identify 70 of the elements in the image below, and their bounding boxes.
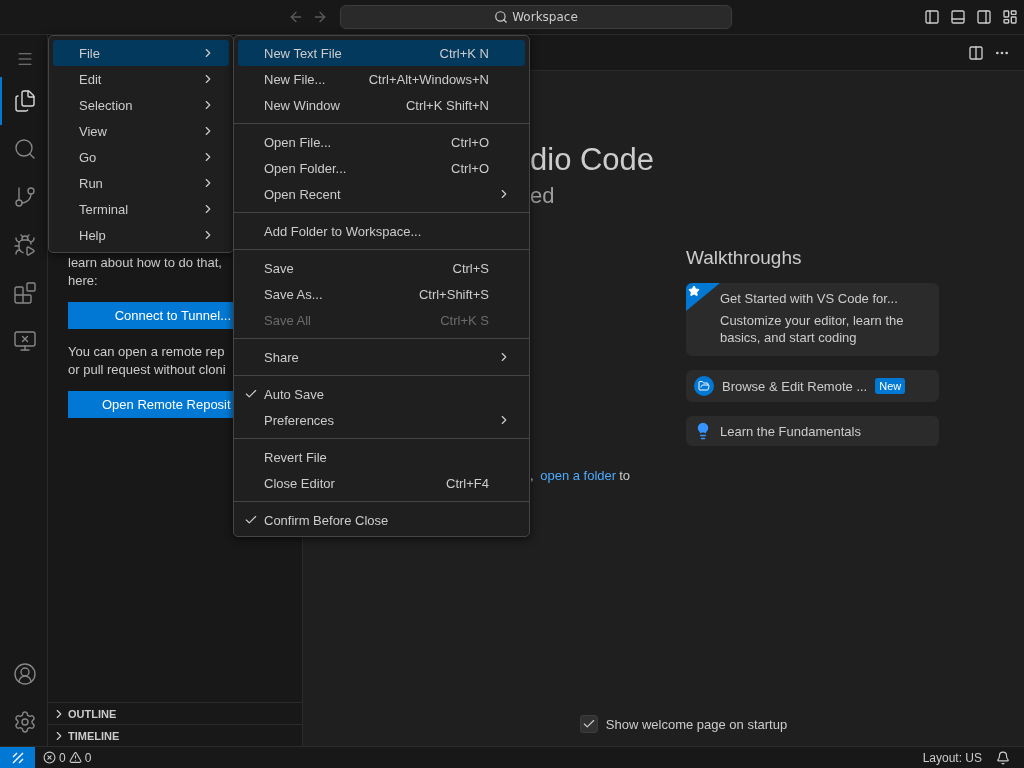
blocks-icon xyxy=(12,281,37,305)
panel-right-icon[interactable] xyxy=(976,9,992,25)
warning-icon xyxy=(68,751,82,764)
menu-item[interactable]: Open Recent xyxy=(238,181,525,207)
menu-item[interactable]: Confirm Before Close xyxy=(238,507,525,533)
layout-status[interactable]: Layout: US xyxy=(922,750,982,765)
split-editor-icon[interactable] xyxy=(968,44,984,61)
menu-item[interactable]: Share xyxy=(238,344,525,370)
sidebar-text: learn about how to do that, here: xyxy=(68,254,222,290)
menu-item[interactable]: New Text File Ctrl+K N xyxy=(238,40,525,66)
checkbox-label: Show welcome page on startup xyxy=(605,716,788,732)
search-field[interactable]: Workspace xyxy=(340,5,732,29)
panel-bottom-icon[interactable] xyxy=(950,9,966,25)
folder-icon xyxy=(694,376,714,396)
remote-button[interactable] xyxy=(0,747,35,768)
menu-item[interactable]: Auto Save xyxy=(238,381,525,407)
walkthrough-card[interactable]: Browse & Edit Remote ... New xyxy=(686,370,939,402)
menu-item[interactable]: View xyxy=(53,118,229,144)
menu-item[interactable]: Go xyxy=(53,144,229,170)
start-text: , open a folder to xyxy=(530,468,630,483)
menu-item[interactable]: New File... Ctrl+Alt+Windows+N xyxy=(238,66,525,92)
menu-item[interactable]: Terminal xyxy=(53,196,229,222)
settings-icon xyxy=(12,710,37,734)
error-icon xyxy=(43,751,56,764)
remote-icon xyxy=(10,750,25,765)
search-icon xyxy=(494,10,509,24)
menu-item[interactable]: File xyxy=(53,40,229,66)
branch-icon xyxy=(12,185,37,209)
menu-item[interactable]: New Window Ctrl+K Shift+N xyxy=(238,92,525,118)
menu-item[interactable]: Preferences xyxy=(238,407,525,433)
connect-button[interactable]: Connect to Tunnel... xyxy=(68,302,233,329)
walkthroughs-heading: Walkthroughs xyxy=(686,247,803,269)
back-icon[interactable] xyxy=(288,9,304,25)
files-icon xyxy=(12,89,37,113)
menu-item[interactable]: Selection xyxy=(53,92,229,118)
menu-item[interactable]: Open Folder... Ctrl+O xyxy=(238,155,525,181)
menu-item[interactable]: Run xyxy=(53,170,229,196)
bell-icon[interactable] xyxy=(996,750,1010,765)
search-icon xyxy=(12,137,37,161)
menu-item[interactable]: Add Folder to Workspace... xyxy=(238,218,525,244)
menu-item[interactable]: Save Ctrl+S xyxy=(238,255,525,281)
check-icon xyxy=(581,717,596,731)
open-folder-link[interactable]: open a folder xyxy=(540,468,617,483)
menu-item[interactable]: Close Editor Ctrl+F4 xyxy=(238,470,525,496)
menu-item[interactable]: Save As... Ctrl+Shift+S xyxy=(238,281,525,307)
menu-item[interactable]: Help xyxy=(53,222,229,248)
menu-item[interactable]: Revert File xyxy=(238,444,525,470)
error-count[interactable]: 0 xyxy=(59,750,66,765)
checkbox[interactable] xyxy=(579,715,598,733)
sidebar-text: You can open a remote rep or pull request without cloni xyxy=(68,343,226,379)
layout-icon[interactable] xyxy=(1002,9,1018,25)
walkthrough-card[interactable]: Learn the Fundamentals xyxy=(686,416,939,446)
menu-icon xyxy=(15,50,34,68)
welcome-subtitle: ed xyxy=(530,182,555,210)
welcome-title: dio Code xyxy=(530,141,655,179)
new-badge: New xyxy=(875,378,906,394)
check-icon xyxy=(244,513,258,527)
menu-item[interactable]: Open File... Ctrl+O xyxy=(238,129,525,155)
account-icon xyxy=(12,662,37,686)
warning-count[interactable]: 0 xyxy=(84,750,92,765)
play-bug-icon xyxy=(12,233,37,257)
check-icon xyxy=(244,387,258,401)
monitor-icon xyxy=(12,329,37,353)
walkthrough-card[interactable]: Get Started with VS Code for... Customize your editor, learn the basics, and start coding xyxy=(686,283,939,356)
panel-left-icon[interactable] xyxy=(924,9,940,25)
open-remote-button[interactable]: Open Remote Reposit xyxy=(68,391,233,418)
star-icon xyxy=(688,285,700,297)
menu-item[interactable]: Edit xyxy=(53,66,229,92)
forward-icon[interactable] xyxy=(312,9,328,25)
section-header[interactable]: OUTLINE xyxy=(48,702,302,724)
